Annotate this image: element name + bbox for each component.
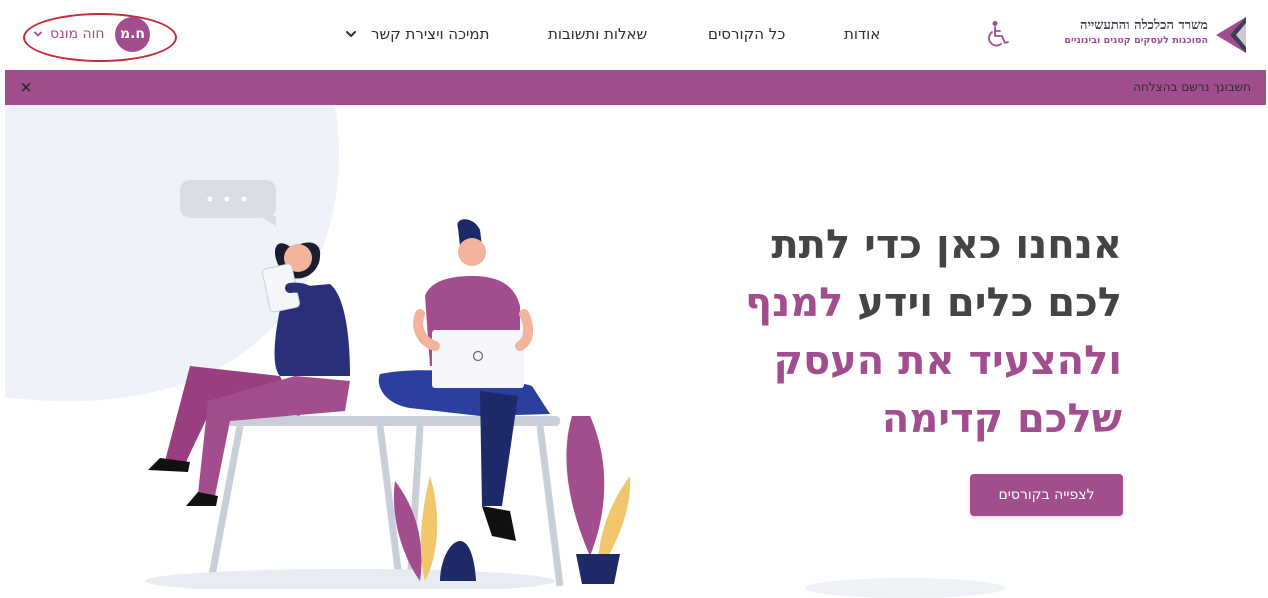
headline-line-1: אנחנו כאן כדי לתת bbox=[771, 222, 1122, 268]
logo-text: משרד הכלכלה והתעשייה הסוכנות לעסקים קטני… bbox=[1064, 18, 1208, 47]
user-name[interactable]: חוה מונס bbox=[50, 24, 105, 44]
nav-all-courses[interactable]: כל הקורסים bbox=[708, 24, 785, 44]
logo-subtitle: הסוכנות לעסקים קטנים ובינוניים bbox=[1064, 35, 1208, 46]
accessibility-icon[interactable] bbox=[986, 20, 1010, 48]
nav-faq[interactable]: שאלות ותשובות bbox=[548, 24, 647, 44]
headline-line-3: ולהצעיד את העסק bbox=[773, 338, 1122, 384]
view-courses-button[interactable]: לצפייה בקורסים bbox=[970, 474, 1123, 516]
close-icon[interactable]: × bbox=[18, 79, 34, 95]
avatar[interactable]: ח.מ bbox=[115, 17, 150, 52]
ministry-logo[interactable]: משרד הכלכלה והתעשייה הסוכנות לעסקים קטני… bbox=[1060, 14, 1248, 56]
success-notification-bar: חשבונך נרשם בהצלחה × bbox=[5, 70, 1266, 105]
hero-headline: אנחנו כאן כדי לתת לכם כלים וידע למנף ולה… bbox=[562, 216, 1122, 448]
headline-line-2-dark: לכם כלים וידע bbox=[857, 280, 1122, 326]
chevron-down-icon[interactable] bbox=[345, 28, 357, 40]
headline-line-2-accent: למנף bbox=[745, 280, 844, 326]
notification-text: חשבונך נרשם בהצלחה bbox=[1133, 80, 1251, 94]
logo-mark-icon bbox=[1216, 17, 1246, 53]
chevron-down-icon[interactable] bbox=[33, 29, 43, 39]
nav-about[interactable]: אודות bbox=[844, 24, 880, 44]
logo-title: משרד הכלכלה והתעשייה bbox=[1079, 18, 1208, 33]
nav-support-contact[interactable]: תמיכה ויצירת קשר bbox=[371, 24, 489, 44]
bottom-decoration bbox=[805, 578, 1005, 598]
headline-line-4: שלכם קדימה bbox=[881, 396, 1122, 442]
top-header: משרד הכלכלה והתעשייה הסוכנות לעסקים קטני… bbox=[0, 0, 1268, 69]
